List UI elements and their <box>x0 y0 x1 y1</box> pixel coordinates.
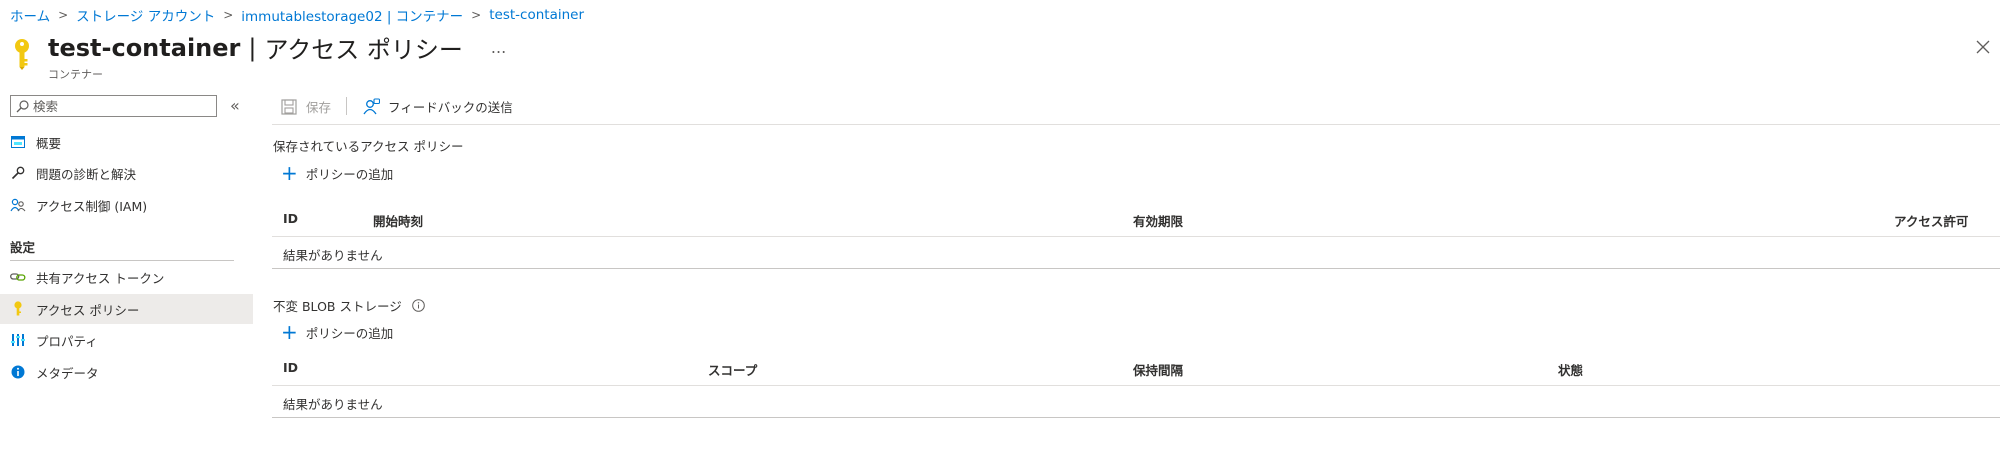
breadcrumb-account[interactable]: immutablestorage02 | コンテナー <box>241 5 463 25</box>
sidebar-item-metadata[interactable]: メタデータ <box>0 357 253 387</box>
info-icon[interactable] <box>411 299 425 312</box>
key-icon <box>9 300 27 318</box>
title-resource-name: test-container <box>48 33 241 62</box>
key-icon <box>12 38 32 74</box>
sidebar-item-label: 概要 <box>36 135 62 151</box>
add-immutable-policy-button[interactable]: + ポリシーの追加 <box>281 322 393 342</box>
close-icon <box>1976 40 1990 54</box>
column-header-id: ID <box>283 360 299 375</box>
title-separator: | <box>248 33 257 62</box>
immutable-storage-title: 不変 BLOB ストレージ <box>273 296 425 315</box>
wrench-icon <box>9 164 27 182</box>
sidebar-item-properties[interactable]: プロパティ <box>0 325 253 355</box>
divider <box>272 385 2000 386</box>
search-icon <box>16 99 29 113</box>
sidebar-item-shared-access-tokens[interactable]: 共有アクセス トークン <box>0 262 253 292</box>
page-title: test-container | アクセス ポリシー ... <box>48 30 506 65</box>
save-button[interactable]: 保存 <box>281 97 331 116</box>
column-header-scope: スコープ <box>708 363 758 378</box>
info-icon <box>9 363 27 381</box>
feedback-icon <box>363 98 380 115</box>
divider <box>272 268 2000 269</box>
close-button[interactable] <box>1972 36 1994 58</box>
divider <box>10 260 234 261</box>
stored-policies-title: 保存されているアクセス ポリシー <box>273 139 464 154</box>
save-label: 保存 <box>306 100 332 115</box>
sidebar-item-label: 問題の診断と解決 <box>36 166 137 182</box>
chevron-right-icon: > <box>471 8 482 22</box>
column-header-state: 状態 <box>1558 363 1584 378</box>
sidebar-item-diagnose[interactable]: 問題の診断と解決 <box>0 158 253 188</box>
sidebar-item-label: アクセス ポリシー <box>36 302 140 318</box>
overview-icon <box>9 133 27 151</box>
add-policy-button[interactable]: + ポリシーの追加 <box>281 163 393 183</box>
sidebar-section-settings: 設定 <box>10 240 36 255</box>
add-icon: + <box>281 161 298 185</box>
more-options-button[interactable]: ... <box>491 38 506 57</box>
page-subtitle: コンテナー <box>48 68 103 81</box>
properties-icon <box>9 331 27 349</box>
sidebar-item-label: プロパティ <box>36 333 98 349</box>
search-input[interactable] <box>29 98 216 114</box>
column-header-id: ID <box>283 211 299 226</box>
search-box[interactable] <box>10 95 217 117</box>
title-page-name: アクセス ポリシー <box>264 36 463 64</box>
feedback-label: フィードバックの送信 <box>388 100 513 115</box>
add-policy-label: ポリシーの追加 <box>305 166 394 182</box>
toolbar-divider-line <box>272 124 2000 125</box>
column-header-expiry: 有効期限 <box>1133 214 1184 229</box>
divider <box>272 236 2000 237</box>
feedback-button[interactable]: フィードバックの送信 <box>363 97 513 116</box>
empty-results-text: 結果がありません <box>283 397 383 412</box>
sidebar-item-label: メタデータ <box>36 365 99 381</box>
collapse-sidebar-button[interactable]: « <box>230 96 240 115</box>
link-icon <box>9 268 27 286</box>
add-policy-label: ポリシーの追加 <box>305 325 394 341</box>
add-icon: + <box>281 320 298 344</box>
column-header-retention-interval: 保持間隔 <box>1133 363 1184 378</box>
column-header-start-time: 開始時刻 <box>373 214 424 229</box>
sidebar-item-overview[interactable]: 概要 <box>0 127 253 157</box>
column-header-permissions: アクセス許可 <box>1894 214 1969 229</box>
sidebar-item-iam[interactable]: アクセス制御 (IAM) <box>0 190 253 220</box>
chevron-right-icon: > <box>58 8 69 22</box>
immutable-storage-title-text: 不変 BLOB ストレージ <box>273 299 402 314</box>
sidebar-item-access-policy[interactable]: アクセス ポリシー <box>0 294 253 324</box>
chevron-right-icon: > <box>223 8 234 22</box>
sidebar-item-label: 共有アクセス トークン <box>36 270 165 286</box>
toolbar-divider <box>346 97 347 115</box>
sidebar-item-label: アクセス制御 (IAM) <box>36 198 148 214</box>
breadcrumb-current[interactable]: test-container <box>489 7 584 23</box>
divider <box>272 417 2000 418</box>
breadcrumb-storage-accounts[interactable]: ストレージ アカウント <box>76 5 215 25</box>
save-icon <box>281 98 297 115</box>
breadcrumb: ホーム > ストレージ アカウント > immutablestorage02 |… <box>10 5 584 25</box>
breadcrumb-home[interactable]: ホーム <box>10 5 50 25</box>
people-icon <box>9 196 27 214</box>
empty-results-text: 結果がありません <box>283 248 383 263</box>
